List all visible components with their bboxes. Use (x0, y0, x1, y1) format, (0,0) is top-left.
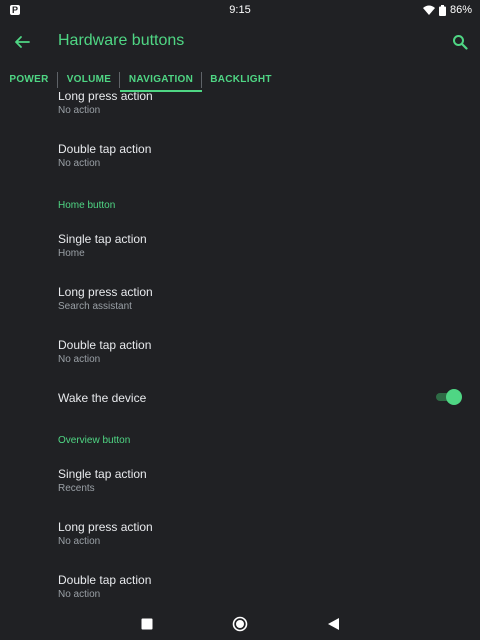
setting-value: Recents (58, 483, 95, 494)
setting-long-press-action[interactable]: Long press action No action (58, 92, 458, 117)
tab-label: POWER (9, 73, 49, 85)
system-navigation-bar (0, 608, 480, 640)
setting-value: No action (58, 158, 101, 169)
setting-title: Single tap action (58, 232, 147, 246)
setting-value: Home (58, 248, 85, 259)
back-nav-button[interactable] (325, 616, 341, 632)
tab-navigation[interactable]: NAVIGATION (120, 66, 202, 92)
search-icon (453, 35, 468, 50)
tab-volume[interactable]: VOLUME (58, 66, 120, 92)
settings-list: Long press action No action Double tap a… (0, 92, 480, 608)
toggle-thumb (446, 389, 462, 405)
status-right: 86% (422, 4, 480, 16)
setting-overview-long-press[interactable]: Long press action No action (58, 520, 458, 548)
setting-home-double-tap[interactable]: Double tap action No action (58, 338, 458, 366)
setting-home-long-press[interactable]: Long press action Search assistant (58, 285, 458, 313)
search-button[interactable] (448, 30, 472, 54)
setting-value: No action (58, 354, 101, 365)
setting-value: Search assistant (58, 301, 132, 312)
setting-title: Single tap action (58, 467, 147, 481)
setting-double-tap-action[interactable]: Double tap action No action (58, 142, 458, 170)
parking-notification-icon: P (10, 5, 20, 15)
arrow-left-icon (15, 36, 30, 48)
triangle-back-icon (327, 618, 339, 630)
tab-label: BACKLIGHT (210, 73, 272, 85)
square-icon (141, 618, 153, 630)
home-button[interactable] (232, 616, 248, 632)
tab-backlight[interactable]: BACKLIGHT (202, 66, 280, 92)
battery-icon (438, 4, 446, 16)
section-header-overview-button: Overview button (58, 435, 131, 446)
status-left: P (0, 5, 20, 15)
tab-label: VOLUME (66, 73, 112, 85)
setting-overview-double-tap[interactable]: Double tap action No action (58, 573, 458, 601)
page-title: Hardware buttons (58, 32, 185, 49)
setting-home-single-tap[interactable]: Single tap action Home (58, 232, 458, 260)
tab-power[interactable]: POWER (0, 66, 58, 92)
battery-percentage: 86% (449, 4, 472, 16)
tab-label: NAVIGATION (128, 73, 194, 85)
setting-title: Wake the device (58, 391, 147, 405)
wifi-icon (422, 5, 435, 15)
setting-overview-single-tap[interactable]: Single tap action Recents (58, 467, 458, 495)
status-time: 9:15 (229, 4, 251, 16)
status-bar: P 9:15 86% (0, 0, 480, 20)
setting-value: No action (58, 589, 101, 600)
tab-bar: POWER VOLUME NAVIGATION BACKLIGHT (0, 66, 480, 92)
wake-device-toggle[interactable] (434, 388, 462, 406)
circle-icon (232, 616, 248, 632)
setting-title: Double tap action (58, 338, 152, 352)
section-header-home-button: Home button (58, 200, 116, 211)
setting-title: Long press action (58, 520, 153, 534)
setting-wake-device[interactable]: Wake the device (58, 391, 418, 405)
setting-title: Long press action (58, 285, 153, 299)
setting-value: No action (58, 536, 101, 547)
app-bar: Hardware buttons (0, 20, 480, 64)
setting-title: Double tap action (58, 142, 152, 156)
setting-title: Long press action (58, 92, 153, 103)
recents-button[interactable] (139, 616, 155, 632)
setting-title: Double tap action (58, 573, 152, 587)
setting-value: No action (58, 105, 101, 116)
back-button[interactable] (10, 30, 34, 54)
